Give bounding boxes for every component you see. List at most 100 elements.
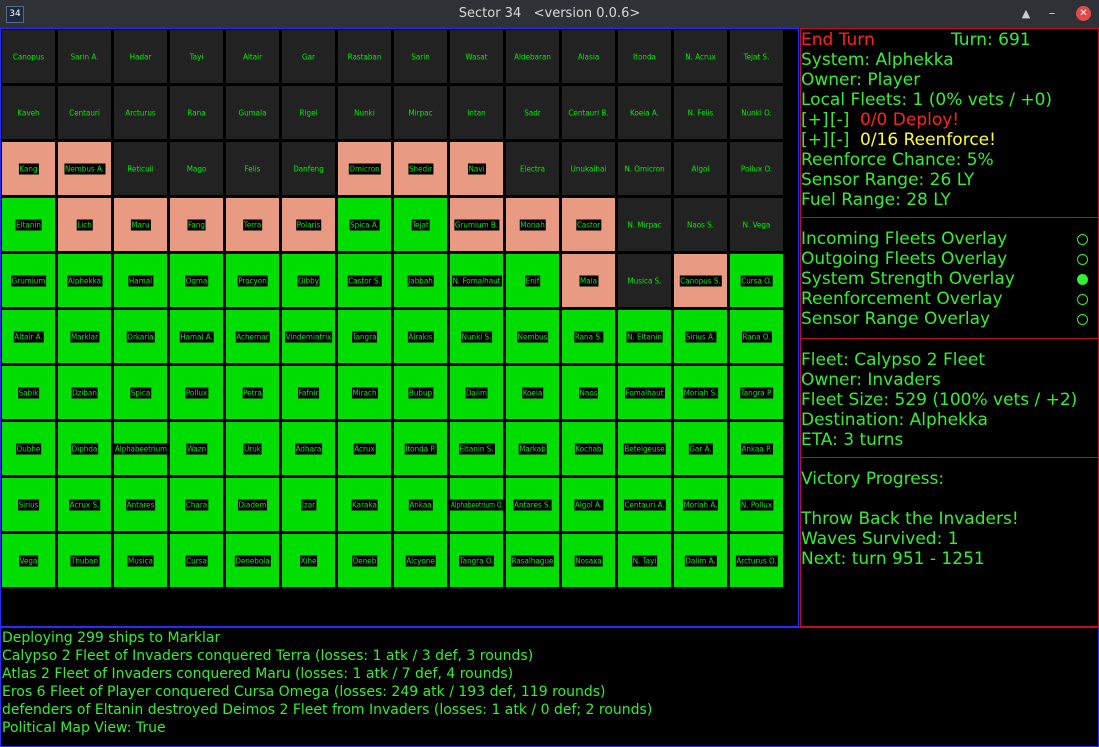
star-system-cell[interactable]: Castor <box>561 197 616 252</box>
star-system-cell[interactable]: Jabbah <box>393 253 448 308</box>
star-system-cell[interactable]: Spica A. <box>337 197 392 252</box>
star-system-cell[interactable]: Maia <box>561 253 616 308</box>
star-system-cell[interactable]: Tejat <box>393 197 448 252</box>
overlay-sensor-radio[interactable] <box>1077 314 1088 325</box>
star-system-cell[interactable]: Maru <box>113 197 168 252</box>
star-system-cell[interactable]: N. Pollux <box>729 477 784 532</box>
star-system-cell[interactable]: Mirach <box>337 365 392 420</box>
star-system-cell[interactable]: Antares <box>113 477 168 532</box>
star-system-cell[interactable]: Diadem <box>225 477 280 532</box>
overlay-strength-radio[interactable] <box>1077 274 1088 285</box>
star-system-cell[interactable]: Kochab <box>561 421 616 476</box>
star-system-cell[interactable]: Eltanin <box>1 197 56 252</box>
overlay-incoming-label[interactable]: Incoming Fleets Overlay <box>801 229 1007 249</box>
star-system-cell[interactable]: Centauri <box>57 85 112 140</box>
reinforce-action[interactable]: 0/16 Reenforce! <box>860 130 996 150</box>
star-system-cell[interactable]: Vindemiatrix <box>281 309 336 364</box>
star-system-cell[interactable]: Sirius A. <box>673 309 728 364</box>
star-system-cell[interactable]: Alphabeetrium O. <box>449 477 504 532</box>
star-system-cell[interactable]: Oqma <box>169 253 224 308</box>
star-system-cell[interactable]: Betelgeuse <box>617 421 672 476</box>
overlay-outgoing-label[interactable]: Outgoing Fleets Overlay <box>801 249 1007 269</box>
star-system-cell[interactable]: Koeia A. <box>617 85 672 140</box>
star-system-cell[interactable]: Altair <box>225 29 280 84</box>
star-system-cell[interactable]: Gibby <box>281 253 336 308</box>
star-system-cell[interactable]: Chara <box>169 477 224 532</box>
star-system-cell[interactable]: Itonda <box>617 29 672 84</box>
star-system-cell[interactable]: Spica <box>113 365 168 420</box>
overlay-sensor-label[interactable]: Sensor Range Overlay <box>801 309 990 329</box>
star-system-cell[interactable]: Naos <box>561 365 616 420</box>
star-system-cell[interactable]: Sirius <box>1 477 56 532</box>
overlay-strength-label[interactable]: System Strength Overlay <box>801 269 1015 289</box>
star-system-cell[interactable]: Nunki S. <box>449 309 504 364</box>
star-system-cell[interactable]: Orkaria <box>113 309 168 364</box>
star-system-cell[interactable]: N. Felis <box>673 85 728 140</box>
star-system-cell[interactable]: Wazn <box>169 421 224 476</box>
overlay-reinforce-radio[interactable] <box>1077 294 1088 305</box>
star-system-cell[interactable]: Eltanin S. <box>449 421 504 476</box>
star-system-cell[interactable]: Castor S. <box>337 253 392 308</box>
star-system-cell[interactable]: Tangra <box>337 309 392 364</box>
star-system-cell[interactable]: Itonda P. <box>393 421 448 476</box>
star-system-cell[interactable]: Dalim <box>449 365 504 420</box>
reinforce-minus-button[interactable]: [-] <box>830 130 849 150</box>
star-system-cell[interactable]: Nunki O. <box>729 85 784 140</box>
star-system-cell[interactable]: Electra <box>505 141 560 196</box>
star-system-cell[interactable]: Kang <box>1 141 56 196</box>
star-system-cell[interactable]: Karaka <box>337 477 392 532</box>
sector-map[interactable]: Canopus Sarin A. Hadar Tayi Altair Gar Rastaba… <box>0 28 799 627</box>
star-system-cell[interactable]: Tejat S. <box>729 29 784 84</box>
star-system-cell[interactable]: Deneb <box>337 533 392 588</box>
keep-above-button[interactable]: ▲ <box>1018 6 1034 22</box>
star-system-cell[interactable]: Adhara <box>281 421 336 476</box>
star-system-cell[interactable]: Rana <box>169 85 224 140</box>
end-turn-button[interactable]: End Turn <box>801 30 875 50</box>
star-system-cell[interactable]: Polaris <box>281 197 336 252</box>
star-system-cell[interactable]: Cursa O. <box>729 253 784 308</box>
star-system-cell[interactable]: Dalim A. <box>673 533 728 588</box>
star-system-cell[interactable]: Nembus A. <box>57 141 112 196</box>
star-system-cell[interactable]: Naos S. <box>673 197 728 252</box>
star-system-cell[interactable]: Sadr <box>505 85 560 140</box>
star-system-cell[interactable]: Altair A. <box>1 309 56 364</box>
star-system-cell[interactable]: Denebola <box>225 533 280 588</box>
star-system-cell[interactable]: Tayi <box>169 29 224 84</box>
star-system-cell[interactable]: Musica <box>113 533 168 588</box>
star-system-cell[interactable]: Arcturus <box>113 85 168 140</box>
star-system-cell[interactable]: Thuban <box>57 533 112 588</box>
star-system-cell[interactable]: Vega <box>1 533 56 588</box>
overlay-reinforce-label[interactable]: Reenforcement Overlay <box>801 289 1003 309</box>
star-system-cell[interactable]: Moriah A. <box>673 477 728 532</box>
star-system-cell[interactable]: Nembus <box>505 309 560 364</box>
star-system-cell[interactable]: Aldebaran <box>505 29 560 84</box>
star-system-cell[interactable]: Izar <box>281 477 336 532</box>
star-system-cell[interactable]: Unukalhai <box>561 141 616 196</box>
star-system-cell[interactable]: Shedir <box>393 141 448 196</box>
star-system-cell[interactable]: Canopus S. <box>673 253 728 308</box>
star-system-cell[interactable]: Lich <box>57 197 112 252</box>
star-system-cell[interactable]: N. Acrux <box>673 29 728 84</box>
star-system-cell[interactable]: N. Vega <box>729 197 784 252</box>
star-system-cell[interactable]: Intan <box>449 85 504 140</box>
star-system-cell[interactable]: Sarin A. <box>57 29 112 84</box>
star-system-cell[interactable]: Sarin <box>393 29 448 84</box>
star-system-cell[interactable]: Reticuli <box>113 141 168 196</box>
star-system-cell[interactable]: Nosaxa <box>561 533 616 588</box>
star-system-cell[interactable]: N. Fomalhaut <box>449 253 504 308</box>
star-system-cell[interactable]: Navi <box>449 141 504 196</box>
overlay-outgoing-radio[interactable] <box>1077 254 1088 265</box>
star-system-cell[interactable]: Achernar <box>225 309 280 364</box>
star-system-cell[interactable]: Hamal A. <box>169 309 224 364</box>
star-system-cell[interactable]: Terra <box>225 197 280 252</box>
star-system-cell[interactable]: N. Omicron <box>617 141 672 196</box>
star-system-cell[interactable]: Petra <box>225 365 280 420</box>
star-system-cell[interactable]: Gar A. <box>673 421 728 476</box>
star-system-cell[interactable]: Hamal <box>113 253 168 308</box>
star-system-cell[interactable]: N. Eltanin <box>617 309 672 364</box>
star-system-cell[interactable]: Musica S. <box>617 253 672 308</box>
star-system-cell[interactable]: Canopus <box>1 29 56 84</box>
star-system-cell[interactable]: Xihe <box>281 533 336 588</box>
star-system-cell[interactable]: Marklar <box>57 309 112 364</box>
star-system-cell[interactable]: Omicron <box>337 141 392 196</box>
